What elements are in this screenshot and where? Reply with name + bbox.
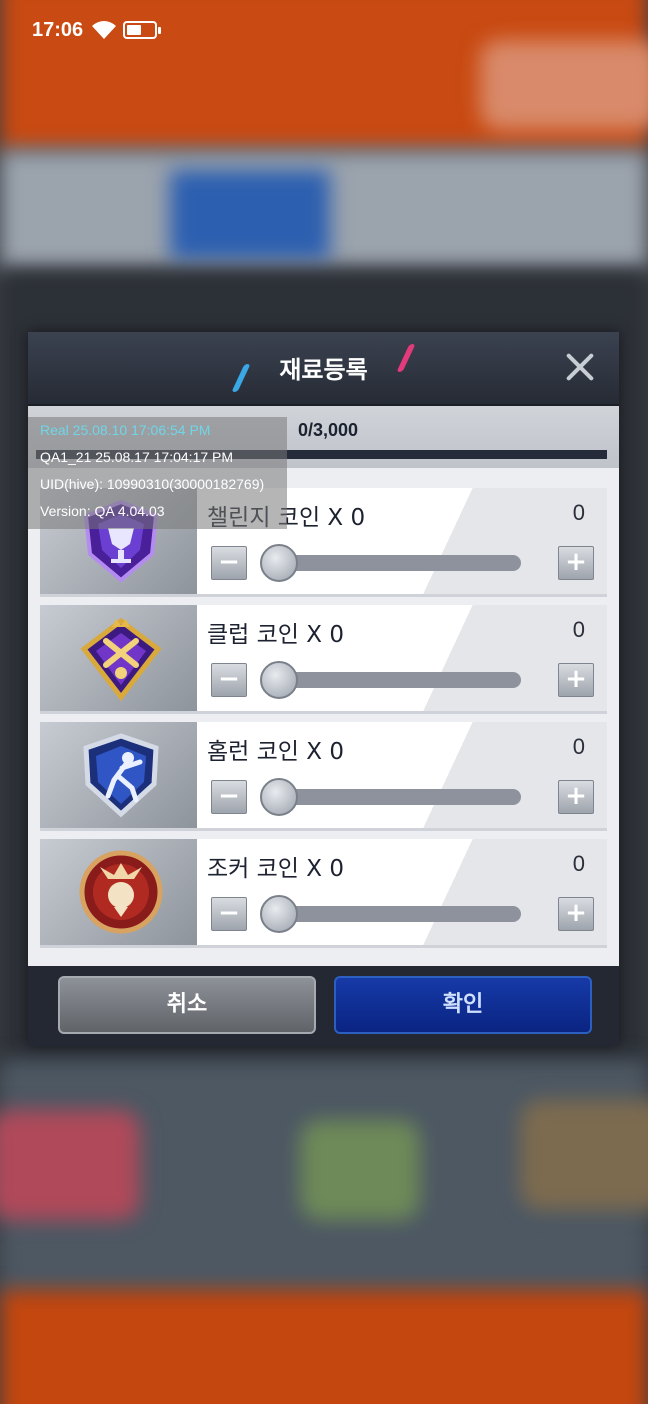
item-count: 0 [572, 734, 585, 759]
joker-coin-icon [79, 850, 163, 934]
progress-count: 0/3,000 [298, 420, 359, 440]
item-count: 0 [572, 617, 585, 642]
cancel-button[interactable]: 취소 [58, 976, 316, 1034]
debug-info-overlay: Real 25.08.10 17:06:54 PM QA1_21 25.08.1… [28, 417, 287, 529]
decrease-button[interactable]: − [211, 780, 247, 814]
increase-button[interactable]: + [558, 546, 594, 580]
decrease-button[interactable]: − [211, 897, 247, 931]
item-label: 홈런 코인 X 0 [207, 739, 344, 765]
slider-knob[interactable] [260, 544, 298, 582]
material-item-homerun-coin: 홈런 코인 X 0 0 − + [40, 722, 607, 831]
slider-knob[interactable] [260, 661, 298, 699]
confirm-button[interactable]: 확인 [334, 976, 592, 1034]
increase-button[interactable]: + [558, 663, 594, 697]
debug-version-line: Version: QA 4.04.03 [40, 503, 165, 519]
status-bar: 17:06 [0, 0, 648, 60]
quantity-slider[interactable] [260, 778, 521, 816]
decrease-button[interactable]: − [211, 546, 247, 580]
item-count: 0 [572, 500, 585, 525]
increase-button[interactable]: + [558, 897, 594, 931]
quantity-slider[interactable] [260, 661, 521, 699]
quantity-slider[interactable] [260, 544, 521, 582]
quantity-slider[interactable] [260, 895, 521, 933]
item-thumbnail [40, 605, 197, 711]
item-label: 조커 코인 X 0 [207, 856, 344, 882]
slider-knob[interactable] [260, 778, 298, 816]
slider-knob[interactable] [260, 895, 298, 933]
increase-button[interactable]: + [558, 780, 594, 814]
item-thumbnail [40, 839, 197, 945]
dialog-title: 재료등록 [279, 356, 368, 384]
material-item-joker-coin: 조커 코인 X 0 0 − + [40, 839, 607, 948]
debug-real-line: Real 25.08.10 17:06:54 PM [40, 422, 211, 438]
item-count: 0 [572, 851, 585, 876]
item-thumbnail [40, 722, 197, 828]
decrease-button[interactable]: − [211, 663, 247, 697]
material-item-club-coin: 클럽 코인 X 0 0 − + [40, 605, 607, 714]
close-icon[interactable] [565, 352, 595, 382]
battery-icon [123, 21, 162, 39]
debug-uid-line: UID(hive): 10990310(30000182769) [40, 476, 265, 492]
item-label: 클럽 코인 X 0 [207, 622, 344, 648]
dialog-footer: 취소 확인 [28, 966, 619, 1046]
homerun-coin-icon [83, 733, 159, 818]
clock: 17:06 [32, 18, 84, 41]
dialog-header: 재료등록 [28, 332, 619, 406]
debug-qa-line: QA1_21 25.08.17 17:04:17 PM [40, 449, 234, 465]
wifi-icon [92, 21, 117, 39]
club-coin-icon [80, 617, 162, 701]
